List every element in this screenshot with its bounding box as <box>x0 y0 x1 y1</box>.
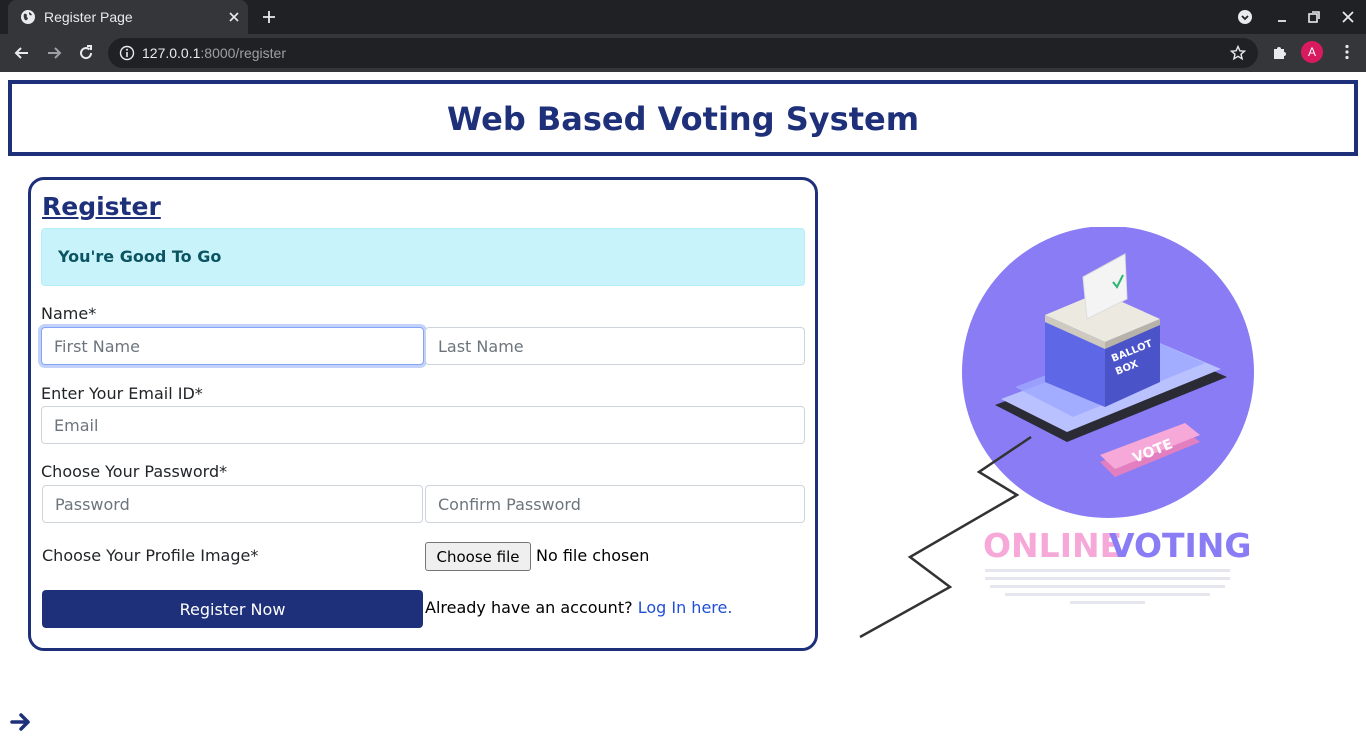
first-name-input[interactable] <box>41 327 424 365</box>
star-icon[interactable] <box>1230 45 1246 61</box>
name-label: Name* <box>41 304 97 323</box>
back-arrow-icon[interactable] <box>12 43 32 63</box>
tab-title: Register Page <box>44 9 133 25</box>
login-prompt: Already have an account? <box>425 598 633 617</box>
login-link[interactable]: Log In here. <box>638 598 733 617</box>
online-word: ONLINE <box>983 526 1122 565</box>
login-prompt-row: Already have an account? Log In here. <box>425 598 732 617</box>
last-name-input[interactable] <box>425 327 805 365</box>
reload-icon[interactable] <box>76 43 96 63</box>
address-bar[interactable]: 127.0.0.1:8000/register <box>108 38 1258 68</box>
browser-tab[interactable]: Register Page <box>8 0 248 34</box>
choose-file-button[interactable]: Choose file <box>425 542 531 571</box>
url-text: 127.0.0.1:8000/register <box>142 45 286 61</box>
file-status: No file chosen <box>536 546 650 565</box>
register-card: Register You're Good To Go Name* Enter Y… <box>28 177 818 651</box>
globe-icon <box>21 10 35 24</box>
menu-icon[interactable] <box>1338 43 1356 61</box>
info-alert: You're Good To Go <box>41 228 805 286</box>
password-label: Choose Your Password* <box>41 462 228 481</box>
page-title: Web Based Voting System <box>446 100 920 138</box>
password-input[interactable] <box>42 485 423 523</box>
online-voting-illustration: BALLOT BOX VOTE ONLINE VOTING <box>859 227 1254 639</box>
close-window-icon[interactable] <box>1340 9 1356 25</box>
minimize-icon[interactable] <box>1274 9 1290 25</box>
url-path: :8000/register <box>200 45 286 61</box>
info-icon[interactable] <box>119 45 135 61</box>
plus-icon[interactable] <box>261 9 277 25</box>
arrow-right-icon[interactable] <box>10 712 32 732</box>
voting-word: VOTING <box>1109 526 1252 565</box>
browser-toolbar: 127.0.0.1:8000/register A <box>0 34 1366 72</box>
placeholder-lines <box>985 569 1230 604</box>
tab-search-icon[interactable] <box>1237 9 1253 25</box>
site-header: Web Based Voting System <box>8 80 1358 156</box>
profile-image-label: Choose Your Profile Image* <box>42 546 259 565</box>
forward-arrow-icon[interactable] <box>44 43 64 63</box>
browser-tab-bar: Register Page <box>0 0 1366 34</box>
email-label: Enter Your Email ID* <box>41 384 203 403</box>
page-content: Web Based Voting System Register You're … <box>0 72 1366 741</box>
register-button[interactable]: Register Now <box>42 590 423 628</box>
alert-text: You're Good To Go <box>58 247 222 266</box>
url-host: 127.0.0.1 <box>142 45 201 61</box>
puzzle-icon[interactable] <box>1271 43 1289 61</box>
close-icon[interactable] <box>226 9 242 25</box>
register-heading: Register <box>42 192 161 221</box>
confirm-password-input[interactable] <box>425 485 805 523</box>
email-input[interactable] <box>41 406 805 444</box>
restore-icon[interactable] <box>1306 9 1322 25</box>
avatar[interactable]: A <box>1301 41 1323 63</box>
